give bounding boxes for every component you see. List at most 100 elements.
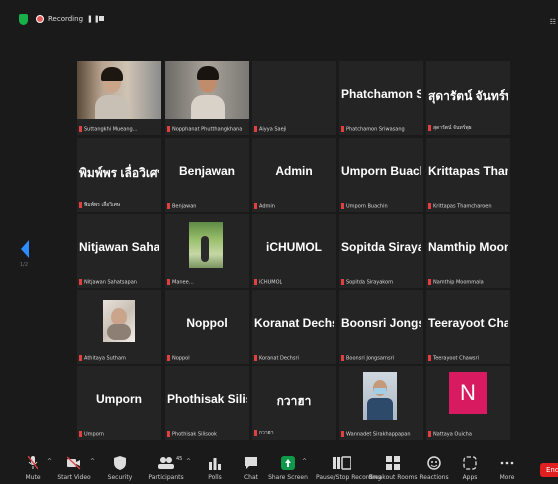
participant-tile[interactable]: Umporn Buachin Umporn Buachin — [339, 138, 423, 212]
video-feed — [165, 61, 249, 119]
participant-name-text: Manee… — [172, 279, 194, 285]
participant-tile[interactable]: Manee… — [165, 214, 249, 288]
muted-microphone-icon — [167, 202, 170, 209]
start-video-label: Start Video — [57, 474, 91, 481]
participant-tile[interactable]: Koranat Dechsri Koranat Dechsri — [252, 290, 336, 364]
muted-microphone-icon — [167, 354, 170, 361]
participant-name-text: Benjawan — [172, 203, 197, 209]
participant-name-text: Nopphanat Phutthangkhana — [172, 126, 243, 132]
share-options-chevron-icon[interactable]: ^ — [302, 458, 307, 465]
participant-name-label: Suttangkhi Mueang… — [79, 125, 138, 132]
muted-microphone-icon — [341, 430, 344, 437]
profile-photo — [189, 222, 223, 268]
avatar: N — [449, 372, 487, 414]
start-video-button[interactable]: Start Video — [54, 450, 94, 484]
participant-tile[interactable]: สุดารัตน์ จันทร์พุธสุดารัตน์ จันทร์พุธ — [426, 61, 510, 135]
participant-tile[interactable]: Admin Admin — [252, 138, 336, 212]
participant-tile[interactable]: Boonsri Jongsar... Boonsri Jongsarnsri — [339, 290, 423, 364]
muted-microphone-icon — [79, 125, 82, 132]
participant-tile[interactable]: Teerayoot Chaw... Teerayoot Chawsri — [426, 290, 510, 364]
participant-name-label: Umporn — [79, 430, 104, 437]
participant-display-name: Phatchamon Sri... — [341, 87, 421, 101]
participant-name-text: Athitaya Sutham — [84, 355, 126, 361]
participant-name-text: Nattaya Ouicha — [433, 431, 472, 437]
participant-display-name: สุดารัตน์ จันทร์พุธ — [428, 89, 508, 103]
participant-name-label: Athitaya Sutham — [79, 354, 126, 361]
participant-name-label: Noppol — [167, 354, 190, 361]
participants-options-chevron-icon[interactable]: ^ — [186, 458, 191, 465]
breakout-rooms-icon — [386, 456, 400, 470]
participant-tile[interactable]: Aiyya Saeji — [252, 61, 336, 135]
muted-microphone-icon — [341, 125, 344, 132]
pause-stop-icon — [333, 456, 351, 470]
participant-name-text: Koranat Dechsri — [259, 355, 299, 361]
participant-name-text: Sopitda Sirayakorn — [346, 279, 394, 285]
participant-name-text: Boonsri Jongsarnsri — [346, 355, 395, 361]
share-screen-button[interactable]: Share Screen — [268, 450, 308, 484]
participant-display-name: Nitjawan Sahat... — [79, 240, 159, 254]
participant-display-name: Boonsri Jongsar... — [341, 316, 421, 330]
participant-tile[interactable]: Phatchamon Sri... Phatchamon Sriwasang — [339, 61, 423, 135]
participant-name-text: กวาฮา — [259, 430, 274, 436]
muted-microphone-icon — [254, 125, 257, 132]
stop-recording-icon[interactable] — [99, 16, 104, 21]
participant-display-name: iCHUMOL — [266, 240, 322, 254]
participant-name-label: สุดารัตน์ จันทร์พุธ — [428, 124, 472, 132]
muted-microphone-icon — [428, 278, 431, 285]
participant-tile[interactable]: Nitjawan Sahat... Nitjawan Sahatsapan — [77, 214, 161, 288]
muted-microphone-icon — [79, 278, 82, 285]
participant-name-label: กวาฮา — [254, 429, 274, 437]
participant-name-text: Phothisak Silisook — [172, 431, 217, 437]
muted-microphone-icon — [79, 354, 82, 361]
participant-name-label: Phatchamon Sriwasang — [341, 125, 405, 132]
participant-tile[interactable]: Nattaya Ouicha N — [426, 366, 510, 440]
security-button[interactable]: Security — [100, 450, 140, 484]
muted-microphone-icon — [341, 202, 344, 209]
participant-tile[interactable]: Namthip Moom... Namthip Moommala — [426, 214, 510, 288]
participant-tile[interactable]: Nopphanat Phutthangkhana — [165, 61, 249, 135]
muted-microphone-icon — [167, 125, 170, 132]
participant-tile[interactable]: Umporn Umporn — [77, 366, 161, 440]
participant-tile[interactable]: Wannadet Sirakhappapan — [339, 366, 423, 440]
video-options-chevron-icon[interactable]: ^ — [90, 458, 95, 465]
muted-microphone-icon — [428, 124, 431, 131]
participant-name-label: Nattaya Ouicha — [428, 430, 472, 437]
participant-tile[interactable]: Noppol Noppol — [165, 290, 249, 364]
participant-display-name: Admin — [275, 164, 313, 178]
mute-button[interactable]: Mute — [13, 450, 53, 484]
participant-tile[interactable]: Krittapas Tham... Krittapas Thamcharoen — [426, 138, 510, 212]
participant-name-label: Boonsri Jongsarnsri — [341, 354, 395, 361]
breakout-rooms-button[interactable]: Breakout Rooms — [368, 450, 418, 484]
participant-display-name: กวาฮา — [276, 394, 312, 408]
participant-name-label: Umporn Buachin — [341, 202, 388, 209]
participant-tile[interactable]: Suttangkhi Mueang… — [77, 61, 161, 135]
participant-display-name: Umporn Buachin — [341, 164, 421, 178]
participant-tile[interactable]: iCHUMOL iCHUMOL — [252, 214, 336, 288]
participant-name-label: Manee… — [167, 278, 194, 285]
participant-tile[interactable]: Phothisak Siliso... Phothisak Silisook — [165, 366, 249, 440]
recording-dot-icon — [36, 15, 44, 23]
more-button[interactable]: More — [487, 450, 527, 484]
end-meeting-button[interactable]: End — [540, 463, 558, 477]
participant-tile[interactable]: Benjawan Benjawan — [165, 138, 249, 212]
participant-name-label: Benjawan — [167, 202, 197, 209]
muted-microphone-icon — [254, 354, 257, 361]
participant-name-text: Admin — [259, 203, 275, 209]
participant-name-label: พิมพ์พร เลื่อวิเศษ — [79, 201, 120, 209]
participant-name-text: Noppol — [172, 355, 190, 361]
pause-stop-recording-button[interactable]: Pause/Stop Recording — [316, 450, 381, 484]
participant-display-name: Namthip Moom... — [428, 240, 508, 254]
zoom-meeting-window: Recording ❚❚ ☷ 1/2 Suttangkhi Mueang… Nop… — [0, 0, 558, 484]
participant-tile[interactable]: พิมพ์พร เลื่อวิเศษ... พิมพ์พร เลื่อวิเศษ — [77, 138, 161, 212]
participant-display-name: Umporn — [96, 392, 142, 406]
participant-tile[interactable]: Athitaya Sutham — [77, 290, 161, 364]
mute-options-chevron-icon[interactable]: ^ — [47, 458, 52, 465]
more-label: More — [499, 474, 515, 481]
security-shield-icon[interactable] — [19, 14, 28, 25]
participant-tile[interactable]: Sopitda Sirayak... Sopitda Sirayakorn — [339, 214, 423, 288]
view-icon[interactable]: ☷ — [550, 18, 556, 26]
participant-tile[interactable]: กวาฮา กวาฮา — [252, 366, 336, 440]
previous-page-icon[interactable] — [21, 240, 29, 258]
participant-display-name: Sopitda Sirayak... — [341, 240, 421, 254]
apps-icon — [463, 456, 477, 470]
